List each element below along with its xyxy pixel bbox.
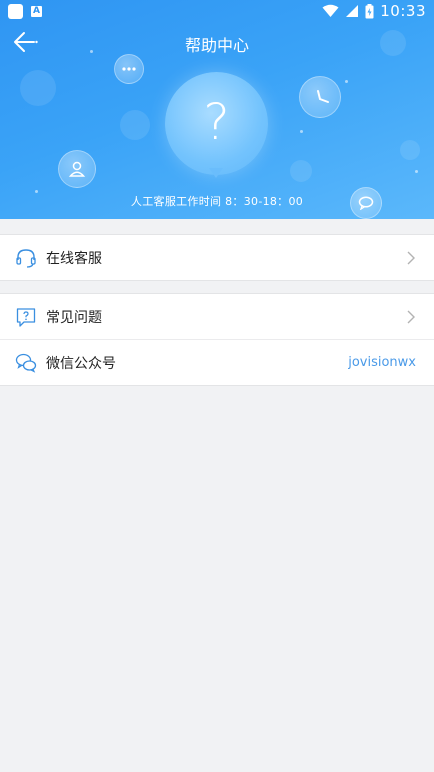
list-item-label: 微信公众号 [46, 355, 116, 372]
a-badge-icon: A [31, 6, 42, 17]
chat-dots-icon [114, 54, 144, 84]
wechat-icon [15, 353, 37, 373]
status-time: 10:33 [380, 2, 426, 20]
list-item-online-service[interactable]: 在线客服 [0, 235, 434, 280]
user-icon [58, 150, 96, 188]
faq-icon [16, 308, 36, 327]
headset-icon [16, 249, 36, 268]
list-item-wechat[interactable]: 微信公众号 jovisionwx [0, 339, 434, 385]
clock-icon [299, 76, 341, 118]
chevron-right-icon [407, 310, 415, 324]
chevron-right-icon [407, 251, 415, 265]
info-section: 常见问题 微信公众号 jovisionwx [0, 293, 434, 386]
help-header-banner: A 10:33 帮助中心 ? 人工客服工作时间 8：30-18：00 [0, 0, 434, 219]
status-bar: A 10:33 [0, 0, 434, 22]
cell-signal-icon [346, 5, 359, 17]
decor-dot [415, 170, 418, 173]
list-item-label: 在线客服 [46, 250, 102, 267]
list-item-label: 常见问题 [46, 309, 102, 326]
question-mark: ? [203, 93, 230, 151]
service-hours-text: 人工客服工作时间 8：30-18：00 [130, 195, 304, 208]
wifi-icon [322, 4, 339, 17]
battery-icon [365, 3, 374, 18]
decor-blob [290, 160, 312, 182]
app-icon [8, 4, 23, 19]
wechat-account-value: jovisionwx [348, 355, 416, 370]
decor-blob [120, 110, 150, 140]
decor-blob [20, 70, 56, 106]
question-bubble-tail [209, 168, 223, 178]
decor-dot [345, 80, 348, 83]
decor-blob [400, 140, 420, 160]
list-item-faq[interactable]: 常见问题 [0, 294, 434, 339]
page-title: 帮助中心 [184, 36, 249, 55]
support-section: 在线客服 [0, 234, 434, 281]
decor-dot [300, 130, 303, 133]
